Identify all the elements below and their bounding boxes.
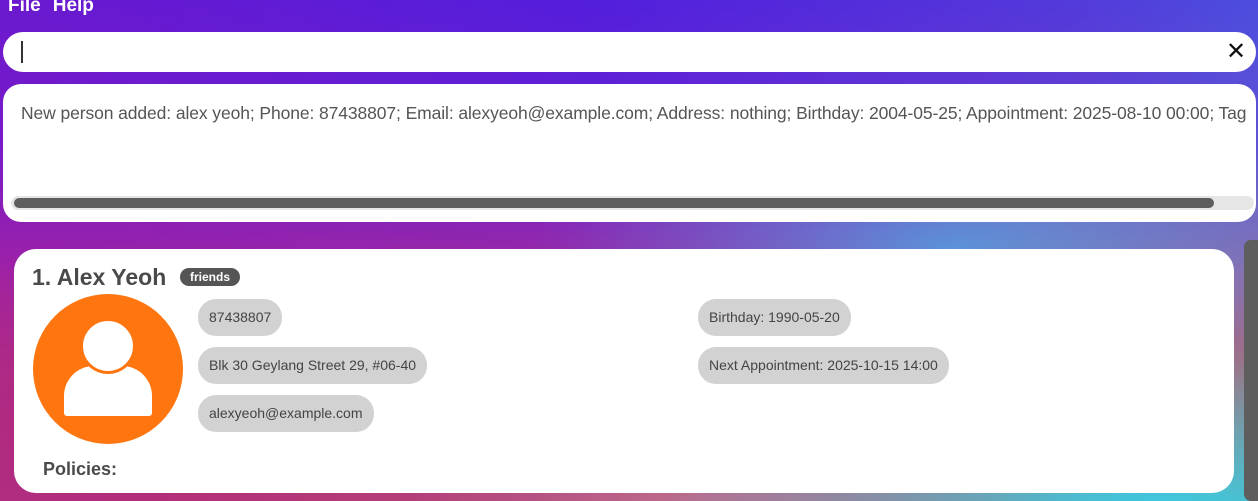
person-name: 1. Alex Yeoh — [32, 264, 167, 290]
result-message: New person added: alex yeoh; Phone: 8743… — [21, 103, 1247, 123]
email-pill: alexyeoh@example.com — [198, 395, 374, 432]
text-caret — [21, 41, 23, 63]
menu-file[interactable]: File — [0, 0, 51, 22]
menu-bar: File Help — [0, 0, 104, 22]
command-input[interactable]: ✕ — [3, 32, 1256, 72]
result-display: New person added: alex yeoh; Phone: 8743… — [3, 84, 1256, 222]
birthday-pill: Birthday: 1990-05-20 — [698, 299, 851, 336]
address-pill: Blk 30 Geylang Street 29, #06-40 — [198, 347, 428, 384]
menu-help[interactable]: Help — [51, 0, 104, 22]
person-card[interactable]: 1. Alex Yeoh friends 87438807 Blk 30 Gey… — [14, 249, 1234, 493]
horizontal-scroll-thumb[interactable] — [14, 198, 1214, 208]
avatar-icon — [33, 294, 183, 444]
horizontal-scrollbar[interactable] — [11, 196, 1254, 210]
avatar-head — [80, 318, 136, 374]
phone-pill: 87438807 — [198, 299, 283, 336]
tag-badge: friends — [180, 268, 241, 286]
appointment-pill: Next Appointment: 2025-10-15 14:00 — [698, 347, 949, 384]
close-icon[interactable]: ✕ — [1224, 40, 1248, 64]
policies-label: Policies: — [43, 459, 118, 479]
vertical-scroll-thumb[interactable] — [1244, 240, 1258, 501]
